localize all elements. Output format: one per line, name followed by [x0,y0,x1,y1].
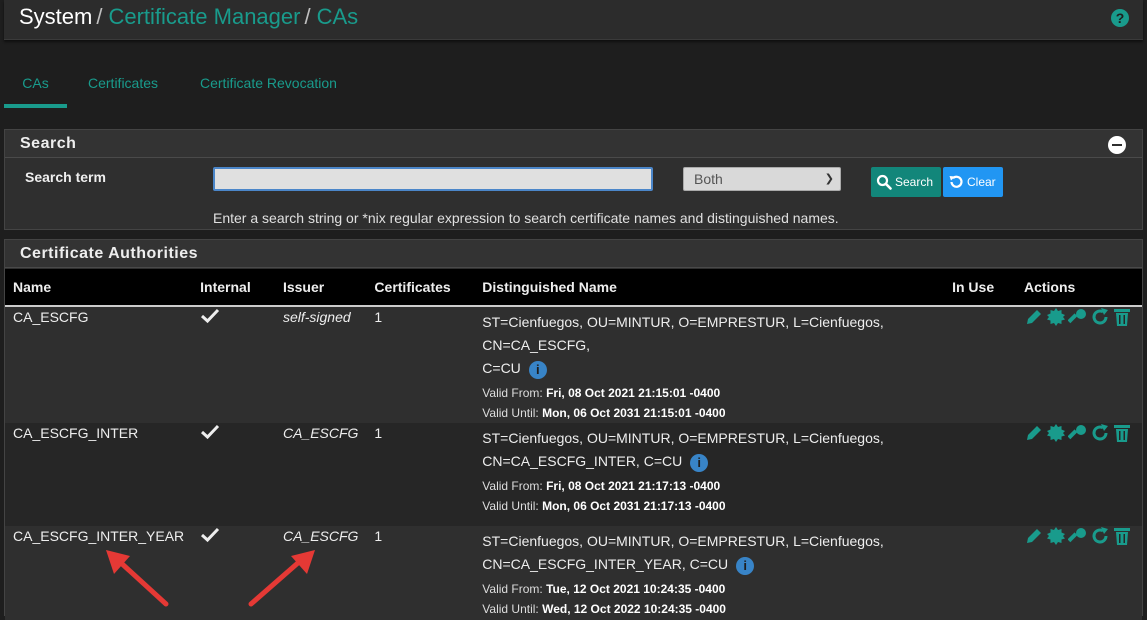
delete-trash-icon[interactable] [1112,526,1132,549]
column-header-actions: Actions [1015,269,1142,307]
breadcrumb-cas[interactable]: CAs [317,4,359,29]
clear-button-label: Clear [967,175,996,189]
distinguished-name: ST=Cienfuegos, OU=MINTUR, O=EMPRESTUR, L… [482,423,936,473]
page-header: System / Certificate Manager / CAs ? [4,0,1143,40]
actions-cell [1016,423,1142,526]
dn-line-1: ST=Cienfuegos, OU=MINTUR, O=EMPRESTUR, L… [482,533,884,549]
search-scope-value: Both [694,171,723,187]
ca-panel-heading: Certificate Authorities [5,240,1142,268]
checkmark-icon [201,308,220,324]
internal-cell [192,423,275,526]
annotation-arrow-name [106,550,169,607]
distinguished-name-cell: ST=Cienfuegos, OU=MINTUR, O=EMPRESTUR, L… [474,423,944,526]
info-icon[interactable]: i [736,557,755,575]
distinguished-name: ST=Cienfuegos, OU=MINTUR, O=EMPRESTUR, L… [482,307,936,380]
search-help-text: Enter a search string or *nix regular ex… [213,210,839,226]
export-certificate-icon[interactable] [1046,307,1066,330]
column-header-name[interactable]: Name [5,269,193,307]
checkmark-icon [201,424,220,440]
export-certificate-icon[interactable] [1046,526,1066,549]
ca-certificates-count: 1 [374,309,383,325]
ca-issuer: CA_ESCFG [282,425,359,441]
breadcrumb-separator: / [96,4,103,29]
table-row: CA_ESCFG_INTER CA_ESCFG 1 ST=Cienfuegos,… [5,423,1142,526]
ca-certificates-count: 1 [374,528,383,544]
in-use-cell [944,423,1016,526]
actions-cell [1016,306,1142,423]
table-header-row: Name Internal Issuer Certificates Distin… [5,269,1142,307]
tab-bar: CAs Certificates Certificate Revocation [4,62,1143,110]
search-term-label: Search term [25,169,106,185]
info-icon[interactable]: i [690,454,709,472]
ca-panel-title: Certificate Authorities [20,245,199,262]
info-icon[interactable]: i [528,361,547,379]
distinguished-name-cell: ST=Cienfuegos, OU=MINTUR, O=EMPRESTUR, L… [474,526,944,620]
valid-until: Valid Until: Mon, 06 Oct 2031 21:17:13 -… [482,499,726,513]
search-icon [876,174,892,190]
column-header-certificates[interactable]: Certificates [366,269,475,307]
checkmark-icon [201,527,220,543]
search-scope-select[interactable]: Both ❯ [683,167,841,191]
ca-name: CA_ESCFG_INTER [13,425,139,441]
table-row: CA_ESCFG self-signed 1 ST=Cienfuegos, OU… [5,306,1142,423]
reissue-refresh-icon[interactable] [1090,526,1110,549]
valid-until: Valid Until: Wed, 12 Oct 2022 10:24:35 -… [482,602,726,616]
ca-name: CA_ESCFG [13,309,89,325]
search-button-label: Search [895,175,934,189]
export-key-icon[interactable] [1067,423,1088,446]
export-key-icon[interactable] [1067,526,1088,549]
tab-certificate-revocation[interactable]: Certificate Revocation [200,62,337,108]
internal-cell [192,306,275,423]
clear-button[interactable]: Clear [943,167,1003,197]
edit-pencil-icon[interactable] [1024,307,1044,330]
annotation-arrow-issuer [248,550,315,607]
tab-certificates[interactable]: Certificates [88,62,158,108]
valid-from: Valid From: Fri, 08 Oct 2021 21:17:13 -0… [482,479,721,493]
ca-issuer: self-signed [282,309,351,325]
search-button[interactable]: Search [871,167,941,197]
dn-line-2: C=CU [482,360,521,376]
search-panel: Search Search term Both ❯ Search Clear E… [4,129,1143,230]
distinguished-name: ST=Cienfuegos, OU=MINTUR, O=EMPRESTUR, L… [482,526,936,576]
column-header-in-use[interactable]: In Use [944,269,1016,307]
edit-pencil-icon[interactable] [1024,526,1044,549]
distinguished-name-cell: ST=Cienfuegos, OU=MINTUR, O=EMPRESTUR, L… [474,306,944,423]
breadcrumb-certificate-manager[interactable]: Certificate Manager [108,4,300,29]
ca-certificates-count: 1 [374,425,383,441]
column-header-issuer[interactable]: Issuer [274,269,367,307]
delete-trash-icon[interactable] [1112,423,1132,446]
in-use-cell [944,306,1016,423]
issuer-cell: self-signed [275,306,366,423]
dn-line-1: ST=Cienfuegos, OU=MINTUR, O=EMPRESTUR, L… [482,314,884,353]
chevron-down-icon: ❯ [824,173,834,185]
reissue-refresh-icon[interactable] [1090,423,1110,446]
valid-from: Valid From: Tue, 12 Oct 2021 10:24:35 -0… [482,582,726,596]
edit-pencil-icon[interactable] [1024,423,1044,446]
reissue-refresh-icon[interactable] [1090,307,1110,330]
search-panel-title: Search [20,135,77,152]
dn-line-2: CN=CA_ESCFG_INTER_YEAR, C=CU [482,556,729,572]
undo-icon [949,175,963,188]
valid-until: Valid Until: Mon, 06 Oct 2031 21:15:01 -… [482,406,726,420]
delete-trash-icon[interactable] [1112,307,1132,330]
export-certificate-icon[interactable] [1046,423,1066,446]
export-key-icon[interactable] [1067,307,1088,330]
in-use-cell [944,526,1016,620]
breadcrumb-separator: / [304,4,311,29]
column-header-distinguished-name[interactable]: Distinguished Name [474,269,945,307]
breadcrumb: System / Certificate Manager / CAs [19,4,358,30]
issuer-cell: CA_ESCFG [275,423,366,526]
breadcrumb-system: System [19,4,93,29]
ca-issuer: CA_ESCFG [282,528,359,544]
collapse-icon[interactable] [1108,136,1126,154]
dn-line-1: ST=Cienfuegos, OU=MINTUR, O=EMPRESTUR, L… [482,430,884,446]
help-icon[interactable]: ? [1111,9,1129,27]
dn-line-2: CN=CA_ESCFG_INTER, C=CU [482,453,683,469]
search-panel-heading: Search [5,130,1142,158]
column-header-internal[interactable]: Internal [192,269,275,307]
actions-cell [1016,526,1142,620]
tab-cas[interactable]: CAs [4,62,67,108]
search-input[interactable] [213,167,653,191]
valid-from: Valid From: Fri, 08 Oct 2021 21:15:01 -0… [482,386,721,400]
